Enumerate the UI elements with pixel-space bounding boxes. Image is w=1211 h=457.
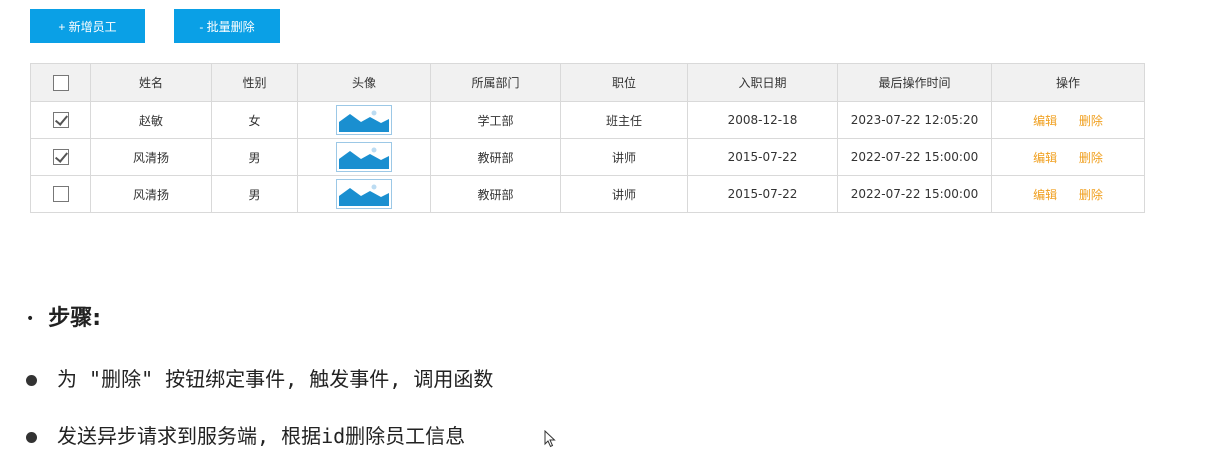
cell-entry-date: 2015-07-22: [687, 175, 838, 213]
add-employee-button[interactable]: + 新增员工: [30, 9, 145, 43]
row-checkbox[interactable]: [52, 112, 69, 128]
cell-dept: 教研部: [430, 175, 561, 213]
header-dept: 所属部门: [430, 63, 561, 102]
row-checkbox[interactable]: [52, 149, 69, 165]
image-placeholder-icon: [336, 179, 392, 209]
cell-name: 赵敏: [90, 101, 212, 139]
header-avatar: 头像: [297, 63, 431, 102]
delete-link[interactable]: 删除: [1079, 188, 1103, 202]
delete-link[interactable]: 删除: [1079, 151, 1103, 165]
cell-last-op-time: 2023-07-22 12:05:20: [837, 101, 992, 139]
cell-position: 讲师: [560, 138, 688, 176]
employee-table: 姓名 性别 头像 所属部门 职位 入职日期 最后操作时间 操作 赵敏 女 学工部…: [30, 63, 1145, 213]
cell-dept: 教研部: [430, 138, 561, 176]
row-checkbox[interactable]: [52, 186, 69, 202]
table-row: 风清扬 男 教研部 讲师 2015-07-22 2022-07-22 15:00…: [30, 138, 1145, 176]
batch-delete-button[interactable]: - 批量删除: [174, 9, 280, 43]
cell-dept: 学工部: [430, 101, 561, 139]
cell-name: 风清扬: [90, 175, 212, 213]
cell-last-op-time: 2022-07-22 15:00:00: [837, 175, 992, 213]
image-placeholder-icon: [336, 105, 392, 135]
edit-link[interactable]: 编辑: [1033, 151, 1057, 165]
mouse-pointer-icon: [544, 430, 556, 448]
cell-position: 班主任: [560, 101, 688, 139]
select-all-cell[interactable]: [30, 63, 91, 102]
table-header-row: 姓名 性别 头像 所属部门 职位 入职日期 最后操作时间 操作: [30, 63, 1145, 102]
step-item: 发送异步请求到服务端, 根据id删除员工信息: [26, 420, 465, 449]
delete-link[interactable]: 删除: [1079, 114, 1103, 128]
header-gender: 性别: [211, 63, 298, 102]
header-position: 职位: [560, 63, 688, 102]
cell-entry-date: 2008-12-18: [687, 101, 838, 139]
cell-last-op-time: 2022-07-22 15:00:00: [837, 138, 992, 176]
select-all-checkbox[interactable]: [52, 74, 69, 91]
header-actions: 操作: [991, 63, 1145, 102]
table-row: 风清扬 男 教研部 讲师 2015-07-22 2022-07-22 15:00…: [30, 175, 1145, 213]
edit-link[interactable]: 编辑: [1033, 114, 1057, 128]
cell-gender: 男: [211, 175, 298, 213]
image-placeholder-icon: [336, 142, 392, 172]
cell-name: 风清扬: [90, 138, 212, 176]
bullet-icon: [26, 375, 37, 386]
cell-gender: 男: [211, 138, 298, 176]
edit-link[interactable]: 编辑: [1033, 188, 1057, 202]
step-item: 为 "删除" 按钮绑定事件, 触发事件, 调用函数: [26, 363, 493, 392]
cell-entry-date: 2015-07-22: [687, 138, 838, 176]
steps-heading: • 步骤:: [26, 306, 102, 331]
bullet-dot-icon: •: [26, 311, 35, 327]
header-entry-date: 入职日期: [687, 63, 838, 102]
header-name: 姓名: [90, 63, 212, 102]
table-row: 赵敏 女 学工部 班主任 2008-12-18 2023-07-22 12:05…: [30, 101, 1145, 139]
bullet-icon: [26, 432, 37, 443]
cell-position: 讲师: [560, 175, 688, 213]
cell-gender: 女: [211, 101, 298, 139]
header-last-op-time: 最后操作时间: [837, 63, 992, 102]
